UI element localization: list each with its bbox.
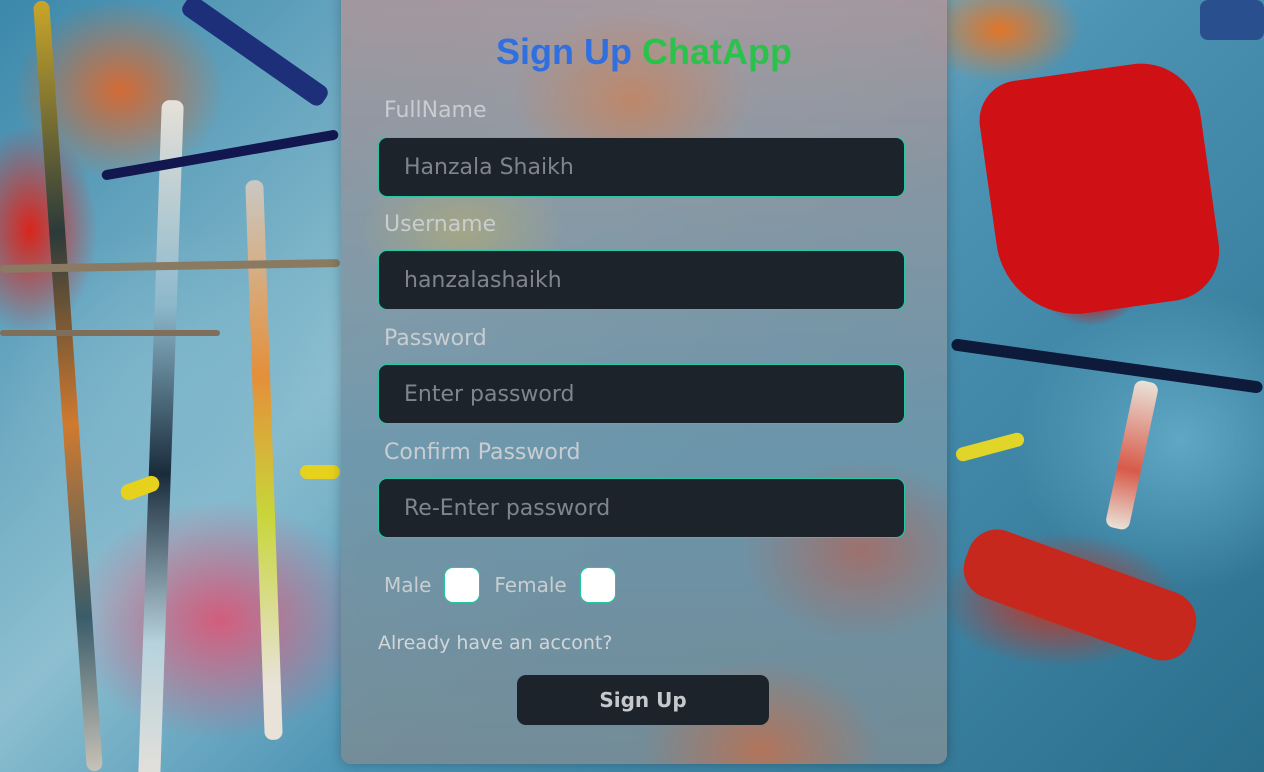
- paint-stroke: [33, 0, 103, 772]
- paint-stroke: [0, 330, 220, 336]
- title-sign-up: Sign Up: [496, 31, 632, 72]
- login-link[interactable]: Already have an accont?: [378, 632, 612, 654]
- gender-selector: Male Female: [384, 565, 630, 605]
- sign-up-button[interactable]: Sign Up: [517, 675, 769, 725]
- paint-stroke: [300, 465, 340, 479]
- paint-stroke: [954, 431, 1026, 463]
- female-checkbox[interactable]: [579, 567, 616, 603]
- username-label: Username: [384, 212, 497, 237]
- paint-stroke: [955, 521, 1205, 669]
- male-label: Male: [384, 573, 432, 597]
- confirm-password-label: Confirm Password: [384, 440, 581, 465]
- paint-stroke: [974, 55, 1226, 325]
- fullname-label: FullName: [384, 98, 487, 123]
- paint-stroke: [1200, 0, 1264, 40]
- paint-stroke: [1104, 379, 1160, 531]
- paint-stroke: [179, 0, 331, 109]
- male-checkbox[interactable]: [444, 567, 481, 603]
- confirm-password-input[interactable]: [378, 478, 905, 538]
- paint-stroke: [138, 99, 184, 772]
- paint-stroke: [100, 129, 340, 181]
- female-label: Female: [494, 573, 567, 597]
- title-app-name: ChatApp: [642, 31, 792, 72]
- signup-card: Sign Up ChatApp FullName Username Passwo…: [341, 0, 947, 764]
- fullname-input[interactable]: [378, 137, 905, 197]
- page-title: Sign Up ChatApp: [341, 28, 947, 76]
- paint-stroke: [950, 338, 1264, 394]
- password-label: Password: [384, 326, 487, 351]
- username-input[interactable]: [378, 250, 905, 310]
- password-input[interactable]: [378, 364, 905, 424]
